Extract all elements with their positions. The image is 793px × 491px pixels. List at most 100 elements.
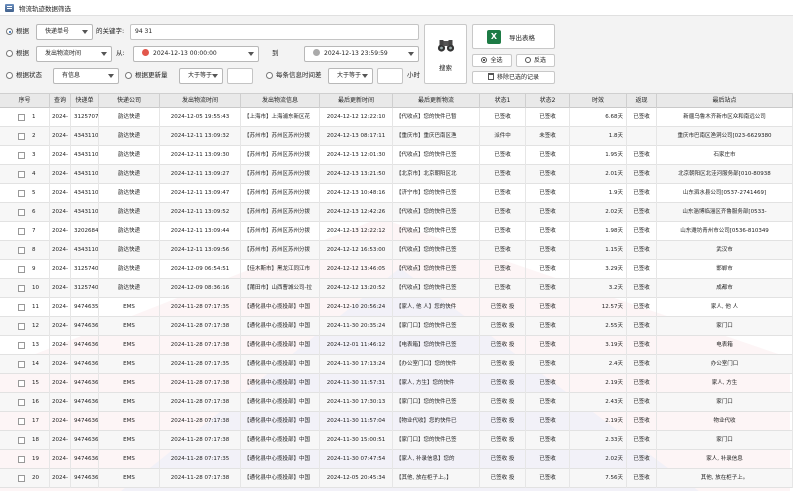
column-header-index[interactable]: 序号 xyxy=(0,94,50,108)
interval-operator-select[interactable]: 大于等于 xyxy=(328,68,373,84)
table-row[interactable]: 8 2024- 4343110 韵达快递 2024-12-11 13:09:56 【苏州市… xyxy=(0,241,793,260)
row-checkbox[interactable] xyxy=(18,456,25,463)
time-field-select[interactable]: 发出物流时间 xyxy=(36,46,112,62)
column-header-send-info[interactable]: 发出物流信息 xyxy=(241,94,320,108)
row-checkbox[interactable] xyxy=(18,114,25,121)
column-header-query[interactable]: 查询 xyxy=(50,94,71,108)
table-row[interactable]: 19 2024- 9474636 EMS 2024-11-28 07:17:35 【通化县… xyxy=(0,450,793,469)
cell-update-time: 2024-11-30 11:57:31 xyxy=(320,374,393,393)
table-row[interactable]: 10 2024- 3125740 韵达快递 2024-12-09 08:36:16 【莆田… xyxy=(0,279,793,298)
row-checkbox[interactable] xyxy=(18,190,25,197)
invert-selection-button[interactable]: 反选 xyxy=(516,54,555,67)
radio-filter-update-count[interactable] xyxy=(125,72,132,79)
status-select[interactable]: 有信息 xyxy=(53,68,119,84)
cell-efficiency: 3.19天 xyxy=(570,336,627,355)
search-button[interactable]: 搜索 xyxy=(424,24,467,84)
table-row[interactable]: 4 2024- 4343110 韵达快递 2024-12-11 13:09:27 【苏州市… xyxy=(0,165,793,184)
cell-company: EMS xyxy=(99,336,160,355)
column-header-send-time[interactable]: 发出物流时间 xyxy=(160,94,241,108)
from-datetime-picker[interactable]: 2024-12-13 00:00:00 xyxy=(133,46,259,62)
export-button[interactable]: X 导出表格 xyxy=(472,24,555,49)
cell-query: 2024- xyxy=(50,450,71,469)
row-checkbox[interactable] xyxy=(18,418,25,425)
column-header-update-info[interactable]: 最后更新物流 xyxy=(393,94,480,108)
table-row[interactable]: 5 2024- 4343110 韵达快递 2024-12-11 13:09:47 【苏州市… xyxy=(0,184,793,203)
radio-filter-status[interactable] xyxy=(6,72,13,79)
cell-status1: 已签收 xyxy=(480,241,526,260)
row-number: 3 xyxy=(32,152,36,158)
field-select[interactable]: 快递单号 xyxy=(36,24,93,40)
select-all-button[interactable]: 全选 xyxy=(472,54,512,67)
column-header-update-time[interactable]: 最后更新时间 xyxy=(320,94,393,108)
cell-last-station: 办公室门口 xyxy=(657,355,793,374)
cell-status1: 已签收 投 xyxy=(480,336,526,355)
cell-query: 2024- xyxy=(50,222,71,241)
cell-company: 韵达快递 xyxy=(99,108,160,127)
table-row[interactable]: 7 2024- 3202684 韵达快递 2024-12-11 13:09:44 【苏州市… xyxy=(0,222,793,241)
table-row[interactable]: 9 2024- 3125740 韵达快递 2024-12-09 06:54:51 【佳木斯… xyxy=(0,260,793,279)
count-operator-select[interactable]: 大于等于 xyxy=(179,68,223,84)
column-header-waybill[interactable]: 快递单 xyxy=(71,94,99,108)
table-row[interactable]: 14 2024- 9474636 EMS 2024-11-28 07:17:35 【通化县… xyxy=(0,355,793,374)
radio-filter-update-count-label: 根据更新量 xyxy=(135,71,168,79)
cell-query: 2024- xyxy=(50,336,71,355)
cell-waybill: 9474636 xyxy=(71,412,99,431)
cell-waybill: 9474636 xyxy=(71,336,99,355)
cell-last-station: 山东潍坊青州市公司[0536-810349 xyxy=(657,222,793,241)
chevron-down-icon xyxy=(108,74,114,78)
radio-filter-field[interactable] xyxy=(6,28,13,35)
row-checkbox[interactable] xyxy=(18,171,25,178)
keyword-input[interactable]: 94 31 xyxy=(130,24,419,40)
radio-filter-interval[interactable] xyxy=(266,72,273,79)
cell-send-info: 【上海市】上海浦东新区花 xyxy=(241,108,320,127)
row-checkbox[interactable] xyxy=(18,152,25,159)
cell-return: 已签收 xyxy=(627,431,657,450)
row-checkbox[interactable] xyxy=(18,475,25,482)
table-row[interactable]: 11 2024- 9474635 EMS 2024-11-28 07:17:35 【通化县… xyxy=(0,298,793,317)
cell-update-info: 【代收点】您的快件已签 xyxy=(393,222,480,241)
to-datetime-picker[interactable]: 2024-12-13 23:59:59 xyxy=(304,46,419,62)
table-row[interactable]: 15 2024- 9474636 EMS 2024-11-28 07:17:38 【通化县… xyxy=(0,374,793,393)
row-checkbox[interactable] xyxy=(18,437,25,444)
count-value-input[interactable] xyxy=(227,68,253,84)
remove-selected-button[interactable]: 移除已选的记录 xyxy=(472,71,555,84)
row-checkbox[interactable] xyxy=(18,285,25,292)
chevron-down-icon xyxy=(212,74,218,78)
column-header-status2[interactable]: 状态2 xyxy=(526,94,570,108)
cell-update-time: 2024-11-30 07:47:54 xyxy=(320,450,393,469)
row-checkbox[interactable] xyxy=(18,133,25,140)
column-header-return[interactable]: 返现 xyxy=(627,94,657,108)
cell-return: 已签收 xyxy=(627,298,657,317)
column-header-last-station[interactable]: 最后站点 xyxy=(657,94,793,108)
table-row[interactable]: 6 2024- 4343110 韵达快递 2024-12-11 13:09:52 【苏州市… xyxy=(0,203,793,222)
table-row[interactable]: 18 2024- 9474636 EMS 2024-11-28 07:17:38 【通化县… xyxy=(0,431,793,450)
row-checkbox[interactable] xyxy=(18,342,25,349)
row-checkbox[interactable] xyxy=(18,228,25,235)
row-checkbox[interactable] xyxy=(18,247,25,254)
row-checkbox[interactable] xyxy=(18,304,25,311)
cell-update-time: 2024-12-13 12:42:26 xyxy=(320,203,393,222)
table-row[interactable]: 16 2024- 9474636 EMS 2024-11-28 07:17:38 【通化县… xyxy=(0,393,793,412)
column-header-company[interactable]: 快递公司 xyxy=(99,94,160,108)
table-row[interactable]: 2 2024- 4343110 韵达快递 2024-12-11 13:09:32 【苏州市… xyxy=(0,127,793,146)
row-checkbox[interactable] xyxy=(18,399,25,406)
row-checkbox[interactable] xyxy=(18,209,25,216)
column-header-status1[interactable]: 状态1 xyxy=(480,94,526,108)
table-row[interactable]: 12 2024- 9474636 EMS 2024-11-28 07:17:38 【通化县… xyxy=(0,317,793,336)
radio-filter-time[interactable] xyxy=(6,50,13,57)
row-checkbox[interactable] xyxy=(18,266,25,273)
table-row[interactable]: 17 2024- 9474636 EMS 2024-11-28 07:17:38 【通化县… xyxy=(0,412,793,431)
cell-query: 2024- xyxy=(50,431,71,450)
cell-status1: 已签收 投 xyxy=(480,298,526,317)
table-row[interactable]: 13 2024- 9474636 EMS 2024-11-28 07:17:38 【通化县… xyxy=(0,336,793,355)
row-checkbox[interactable] xyxy=(18,323,25,330)
app-icon xyxy=(5,3,14,12)
interval-value-input[interactable] xyxy=(377,68,403,84)
row-number: 10 xyxy=(32,285,39,291)
table-row[interactable]: 20 2024- 9474636 EMS 2024-11-28 07:17:38 【通化县… xyxy=(0,469,793,488)
column-header-efficiency[interactable]: 时效 xyxy=(570,94,627,108)
table-row[interactable]: 1 2024- 3125707 韵达快递 2024-12-05 19:55:43 【上海市… xyxy=(0,108,793,127)
table-row[interactable]: 3 2024- 4343110 韵达快递 2024-12-11 13:09:30 【苏州市… xyxy=(0,146,793,165)
row-checkbox[interactable] xyxy=(18,361,25,368)
row-checkbox[interactable] xyxy=(18,380,25,387)
